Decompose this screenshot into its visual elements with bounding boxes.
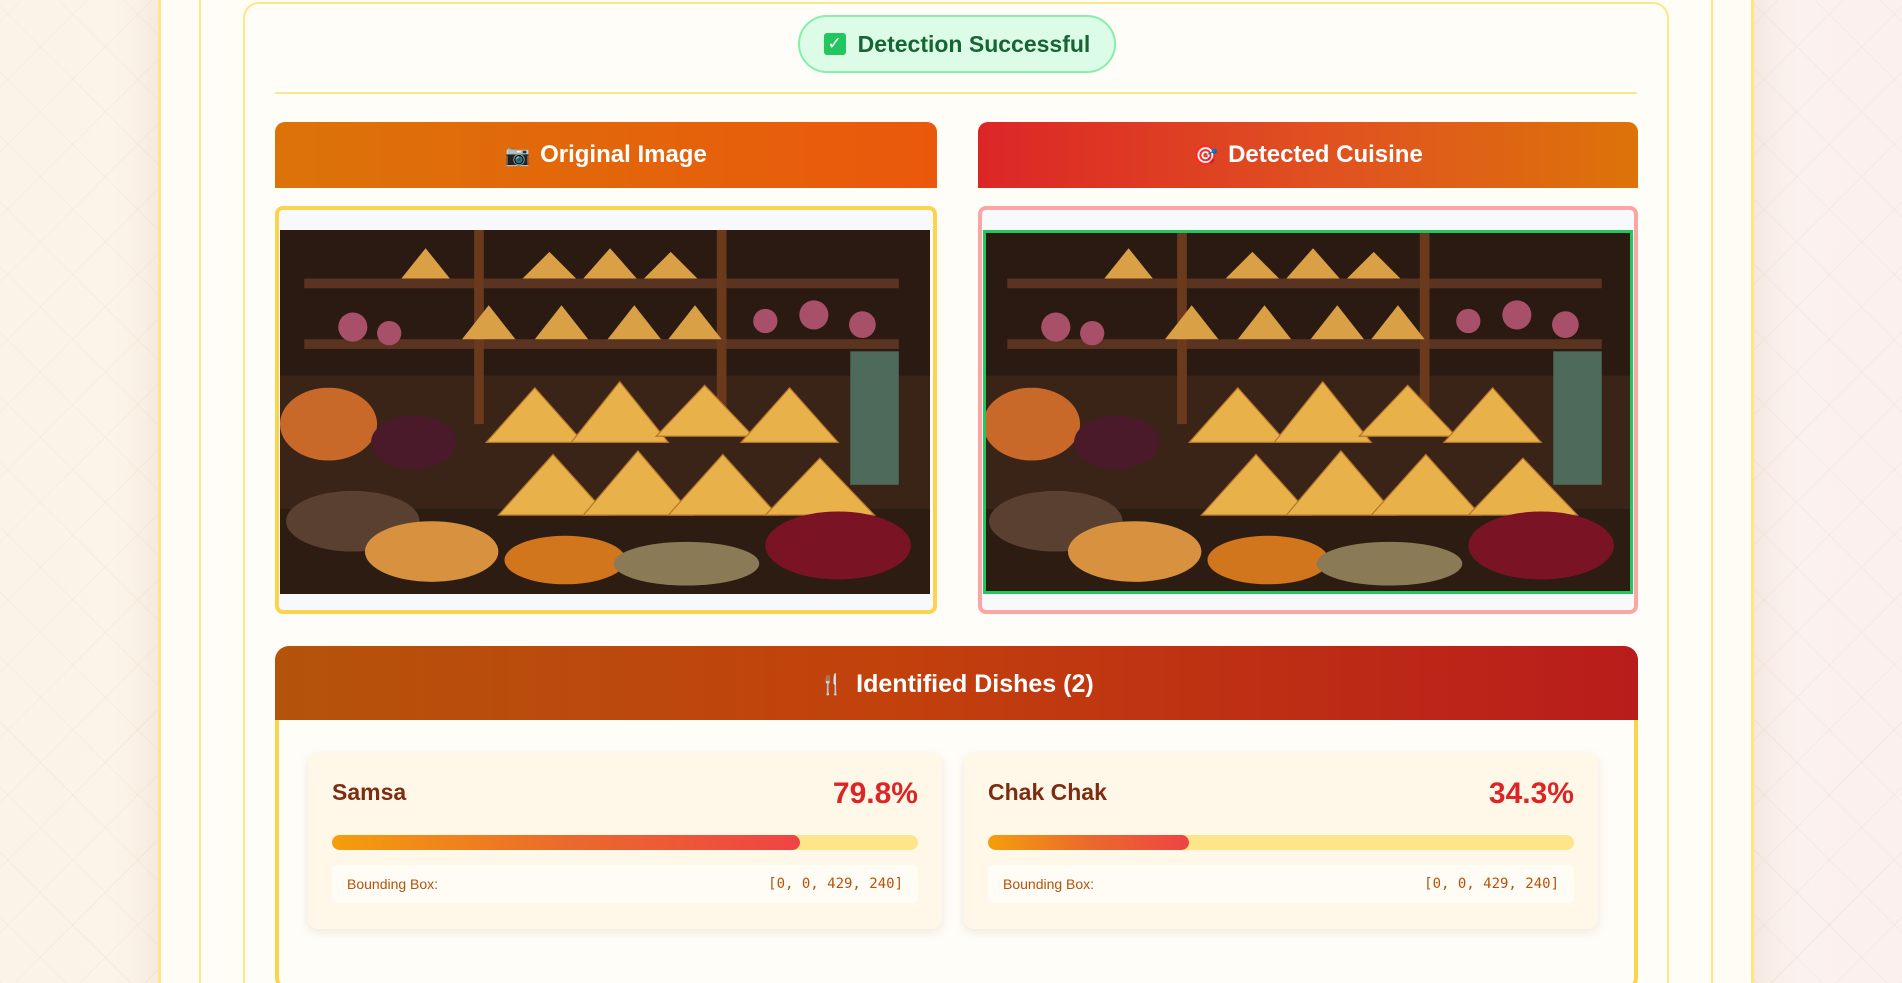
divider — [275, 92, 1637, 94]
status-text: Detection Successful — [857, 30, 1091, 57]
fork-knife-icon: 🍴 — [819, 672, 845, 696]
identified-dishes-header: 🍴 Identified Dishes (2) — [275, 646, 1638, 722]
detected-cuisine-title: Detected Cuisine — [1228, 141, 1423, 168]
confidence-bar-fill — [988, 835, 1189, 850]
detection-bounding-box — [983, 230, 1633, 594]
bounding-box-value: [0, 0, 429, 240] — [768, 876, 903, 892]
bounding-box-value: [0, 0, 429, 240] — [1424, 876, 1559, 892]
original-image-frame — [275, 206, 937, 614]
confidence-bar-fill — [332, 835, 800, 850]
bounding-box-label: Bounding Box: — [1003, 876, 1095, 892]
detected-image-frame — [978, 206, 1638, 614]
dish-name: Samsa — [332, 779, 407, 805]
original-image-header: 📷 Original Image — [275, 122, 937, 188]
check-mark-icon: ✓ — [823, 33, 846, 55]
dish-card-samsa[interactable]: Samsa 79.8% Bounding Box: [0, 0, 429, 24… — [308, 753, 942, 929]
bounding-box-label: Bounding Box: — [347, 876, 439, 892]
camera-icon: 📷 — [505, 143, 531, 167]
identified-dishes-list: Samsa 79.8% Bounding Box: [0, 0, 429, 24… — [275, 720, 1638, 983]
confidence-bar — [988, 835, 1574, 850]
page-shell: ✓ Detection Successful 📷 Original Image … — [158, 0, 1754, 983]
confidence-bar — [332, 835, 918, 850]
result-card: ✓ Detection Successful 📷 Original Image … — [243, 2, 1669, 983]
detected-cuisine-header: 🎯 Detected Cuisine — [978, 122, 1638, 188]
bounding-box-row: Bounding Box: [0, 0, 429, 240] — [332, 865, 918, 903]
identified-dishes-title: Identified Dishes (2) — [856, 669, 1094, 698]
dish-confidence: 34.3% — [1488, 777, 1574, 810]
dish-card-chak-chak[interactable]: Chak Chak 34.3% Bounding Box: [0, 0, 429… — [964, 753, 1598, 929]
original-image-title: Original Image — [540, 141, 707, 168]
status-badge: ✓ Detection Successful — [798, 15, 1116, 73]
target-icon: 🎯 — [1193, 143, 1219, 167]
original-image[interactable] — [280, 230, 931, 594]
dish-name: Chak Chak — [988, 779, 1107, 805]
bounding-box-row: Bounding Box: [0, 0, 429, 240] — [988, 865, 1574, 903]
content-column: ✓ Detection Successful 📷 Original Image … — [199, 0, 1713, 983]
dish-confidence: 79.8% — [832, 777, 918, 810]
